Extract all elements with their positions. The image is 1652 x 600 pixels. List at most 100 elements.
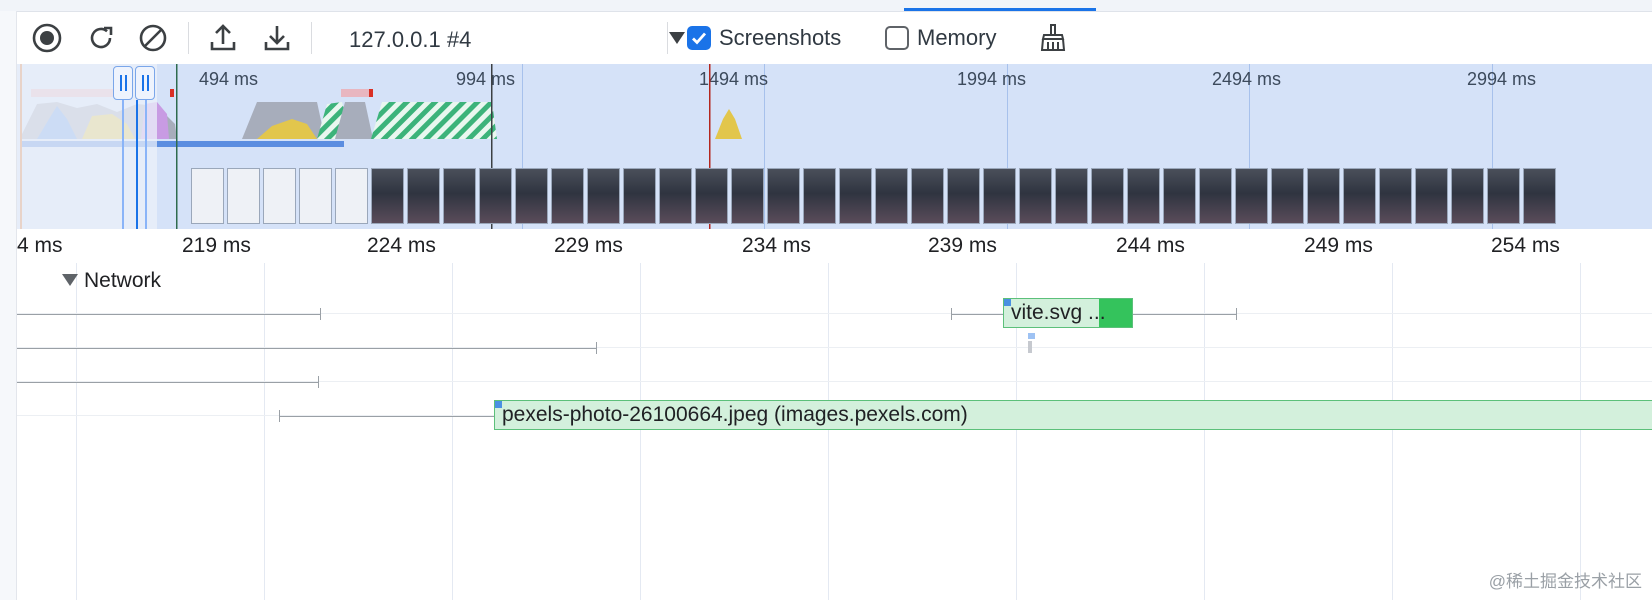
tiny-event <box>1028 341 1032 353</box>
request-wait-line <box>279 416 495 417</box>
long-task-marker <box>369 89 373 97</box>
ruler-tick: 224 ms <box>367 234 436 257</box>
request-label: pexels-photo-26100664.jpeg (images.pexel… <box>502 403 968 426</box>
cpu-painting-area <box>371 102 497 139</box>
screenshot-thumbnail[interactable] <box>983 168 1016 224</box>
screenshot-thumbnail[interactable] <box>1379 168 1412 224</box>
screenshot-thumbnail[interactable] <box>1199 168 1232 224</box>
screenshot-thumbnail[interactable] <box>1127 168 1160 224</box>
screenshot-thumbnail[interactable] <box>443 168 476 224</box>
triangle-down-icon <box>62 274 78 286</box>
screenshot-thumbnail[interactable] <box>1019 168 1052 224</box>
grip-icon <box>147 75 149 91</box>
screenshot-thumbnail[interactable] <box>1415 168 1448 224</box>
screenshot-thumbnail[interactable] <box>803 168 836 224</box>
load-profile-icon <box>210 24 236 51</box>
save-profile-icon <box>264 26 290 51</box>
screenshot-thumbnail[interactable] <box>335 168 368 224</box>
screenshot-thumbnail[interactable] <box>371 168 404 224</box>
screenshot-thumbnail[interactable] <box>515 168 548 224</box>
request-wait-cap <box>951 308 952 320</box>
screenshot-thumbnail[interactable] <box>623 168 656 224</box>
screenshot-thumbnail[interactable] <box>1307 168 1340 224</box>
network-track-label: Network <box>84 269 162 292</box>
screenshot-thumbnail[interactable] <box>947 168 980 224</box>
timeline-overview[interactable]: 494 ms 994 ms 1494 ms 1994 ms 2494 ms 29… <box>17 64 1652 229</box>
panel-tab-strip <box>0 0 1652 12</box>
target-select[interactable]: 127.0.0.1 #4 <box>349 20 685 56</box>
screenshot-thumbnail[interactable] <box>659 168 692 224</box>
active-tab-indicator <box>904 8 1096 11</box>
clear-button[interactable] <box>135 20 171 56</box>
save-profile-button[interactable] <box>259 20 295 56</box>
screenshot-thumbnail[interactable] <box>299 168 332 224</box>
screenshot-thumbnail[interactable] <box>479 168 512 224</box>
reload-record-button[interactable] <box>83 20 119 56</box>
memory-checkbox[interactable] <box>885 26 909 50</box>
ruler-tick: 234 ms <box>742 234 811 257</box>
chevron-down-icon <box>669 32 685 44</box>
screenshot-thumbnail[interactable] <box>1343 168 1376 224</box>
ruler-tick: 239 ms <box>928 234 997 257</box>
screenshot-thumbnail[interactable] <box>1271 168 1304 224</box>
screenshot-thumbnail[interactable] <box>1163 168 1196 224</box>
screenshot-thumbnail[interactable] <box>911 168 944 224</box>
request-wait-cap <box>1236 308 1237 320</box>
performance-toolbar: 127.0.0.1 #4 Screenshots Memory <box>17 12 1652 64</box>
request-wait-line <box>1133 314 1237 315</box>
selection-start-handle[interactable] <box>113 66 133 100</box>
garbage-collect-button[interactable] <box>1035 20 1071 56</box>
screenshot-thumbnail[interactable] <box>695 168 728 224</box>
toolbar-divider <box>311 22 312 54</box>
toolbar-divider <box>667 22 668 54</box>
screenshot-thumbnail[interactable] <box>1235 168 1268 224</box>
cpu-scripting-area <box>715 109 742 139</box>
selection-end-handle[interactable] <box>135 66 155 100</box>
network-request-pexels-photo[interactable]: pexels-photo-26100664.jpeg (images.pexel… <box>494 400 1652 430</box>
network-request-vite-svg[interactable]: vite.svg ... <box>1003 298 1133 328</box>
time-ruler: 4 ms 219 ms 224 ms 229 ms 234 ms 239 ms … <box>17 229 1652 264</box>
request-wait-line <box>951 314 1005 315</box>
screenshots-label[interactable]: Screenshots <box>719 25 841 51</box>
screenshot-thumbnail[interactable] <box>839 168 872 224</box>
long-task-bar <box>341 89 371 97</box>
screenshot-thumbnail[interactable] <box>1091 168 1124 224</box>
flame-chart[interactable]: Network vite.svg ... pexels-photo-261006… <box>17 263 1652 600</box>
screenshot-thumbnail[interactable] <box>767 168 800 224</box>
selection-line <box>136 100 138 229</box>
screenshot-thumbnail[interactable] <box>227 168 260 224</box>
screenshot-thumbnail[interactable] <box>587 168 620 224</box>
request-wait-cap <box>320 308 321 320</box>
load-profile-button[interactable] <box>205 20 241 56</box>
screenshot-thumbnail[interactable] <box>875 168 908 224</box>
ruler-tick: 229 ms <box>554 234 623 257</box>
ruler-tick: 219 ms <box>182 234 251 257</box>
request-label: vite.svg ... <box>1011 301 1106 324</box>
memory-label[interactable]: Memory <box>917 25 996 51</box>
grip-icon <box>142 75 144 91</box>
request-wait-cap <box>596 342 597 354</box>
priority-icon <box>495 401 502 408</box>
screenshot-thumbnail[interactable] <box>731 168 764 224</box>
reload-record-icon <box>90 26 113 49</box>
selection-line <box>122 100 124 229</box>
screenshot-thumbnail[interactable] <box>1523 168 1556 224</box>
checkmark-icon <box>692 32 707 45</box>
grip-icon <box>120 75 122 91</box>
screenshot-thumbnail[interactable] <box>1055 168 1088 224</box>
request-wait-cap <box>318 376 319 388</box>
clear-icon <box>139 24 167 52</box>
screenshot-thumbnail[interactable] <box>263 168 296 224</box>
screenshot-thumbnail[interactable] <box>407 168 440 224</box>
record-button[interactable] <box>29 20 65 56</box>
marker-line <box>176 64 178 229</box>
screenshots-checkbox[interactable] <box>687 26 711 50</box>
screenshot-thumbnail[interactable] <box>191 168 224 224</box>
ruler-tick: 249 ms <box>1304 234 1373 257</box>
screenshot-thumbnail[interactable] <box>1487 168 1520 224</box>
long-task-marker <box>170 89 174 97</box>
request-wait-line <box>17 314 321 315</box>
ruler-tick: 254 ms <box>1491 234 1560 257</box>
screenshot-thumbnail[interactable] <box>551 168 584 224</box>
screenshot-thumbnail[interactable] <box>1451 168 1484 224</box>
